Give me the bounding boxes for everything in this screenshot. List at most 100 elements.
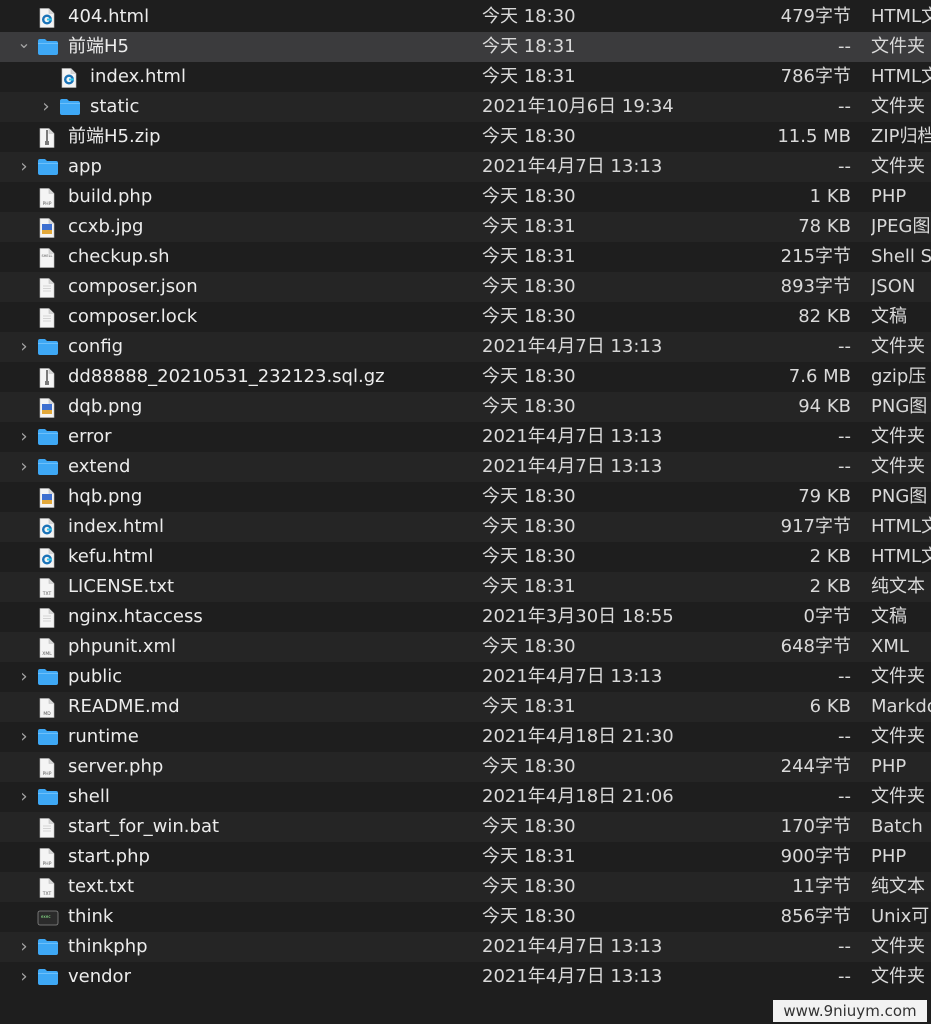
date-modified: 今天 18:30 <box>482 636 576 657</box>
file-name: index.html <box>90 66 186 87</box>
folder-row[interactable]: › error 2021年4月7日 13:13 -- 文件夹 <box>0 422 931 452</box>
file-size: -- <box>838 726 851 747</box>
file-row[interactable]: kefu.html 今天 18:30 2 KB HTML文 <box>0 542 931 572</box>
html-file-icon <box>59 68 79 88</box>
disclosure-collapsed-icon[interactable]: › <box>16 962 32 992</box>
disclosure-expanded-icon[interactable]: ⌄ <box>16 32 32 62</box>
file-row[interactable]: composer.lock 今天 18:30 82 KB 文稿 <box>0 302 931 332</box>
file-kind: 文件夹 <box>871 426 925 447</box>
file-row[interactable]: dqb.png 今天 18:30 94 KB PNG图 <box>0 392 931 422</box>
folder-row[interactable]: › vendor 2021年4月7日 13:13 -- 文件夹 <box>0 962 931 992</box>
file-name: ccxb.jpg <box>68 216 144 237</box>
file-kind: PHP <box>871 846 907 867</box>
file-kind: 文件夹 <box>871 786 925 807</box>
disclosure-collapsed-icon[interactable]: › <box>16 722 32 752</box>
disclosure-collapsed-icon[interactable]: › <box>16 782 32 812</box>
date-modified: 今天 18:31 <box>482 576 576 597</box>
file-size: -- <box>838 426 851 447</box>
disclosure-collapsed-icon[interactable]: › <box>16 932 32 962</box>
file-name: 404.html <box>68 6 150 27</box>
html-file-icon <box>37 548 57 568</box>
file-size: 244字节 <box>780 756 851 777</box>
file-size: 856字节 <box>780 906 851 927</box>
file-row[interactable]: nginx.htaccess 2021年3月30日 18:55 0字节 文稿 <box>0 602 931 632</box>
date-modified: 2021年4月18日 21:06 <box>482 786 674 807</box>
folder-row[interactable]: › static 2021年10月6日 19:34 -- 文件夹 <box>0 92 931 122</box>
file-name: start.php <box>68 846 150 867</box>
date-modified: 今天 18:30 <box>482 486 576 507</box>
file-kind: 文件夹 <box>871 456 925 477</box>
folder-row[interactable]: › thinkphp 2021年4月7日 13:13 -- 文件夹 <box>0 932 931 962</box>
file-name: dd88888_20210531_232123.sql.gz <box>68 366 385 387</box>
date-modified: 今天 18:30 <box>482 306 576 327</box>
date-modified: 今天 18:30 <box>482 756 576 777</box>
file-row[interactable]: PHP server.php 今天 18:30 244字节 PHP <box>0 752 931 782</box>
folder-row[interactable]: ⌄ 前端H5 今天 18:31 -- 文件夹 <box>0 32 931 62</box>
disclosure-collapsed-icon[interactable]: › <box>38 92 54 122</box>
folder-row[interactable]: › extend 2021年4月7日 13:13 -- 文件夹 <box>0 452 931 482</box>
folder-row[interactable]: › app 2021年4月7日 13:13 -- 文件夹 <box>0 152 931 182</box>
file-row[interactable]: SHELL checkup.sh 今天 18:31 215字节 Shell S <box>0 242 931 272</box>
folder-row[interactable]: › public 2021年4月7日 13:13 -- 文件夹 <box>0 662 931 692</box>
file-row[interactable]: index.html 今天 18:31 786字节 HTML文 <box>0 62 931 92</box>
file-row[interactable]: exec think 今天 18:30 856字节 Unix可 <box>0 902 931 932</box>
date-modified: 2021年4月7日 13:13 <box>482 456 663 477</box>
file-row[interactable]: PHP build.php 今天 18:30 1 KB PHP <box>0 182 931 212</box>
file-row[interactable]: 前端H5.zip 今天 18:30 11.5 MB ZIP归档 <box>0 122 931 152</box>
file-size: 78 KB <box>798 216 851 237</box>
file-name: vendor <box>68 966 131 987</box>
folder-icon <box>37 458 58 477</box>
folder-row[interactable]: › runtime 2021年4月18日 21:30 -- 文件夹 <box>0 722 931 752</box>
disclosure-collapsed-icon[interactable]: › <box>16 422 32 452</box>
zip-file-icon <box>37 368 57 388</box>
file-row[interactable]: TXT text.txt 今天 18:30 11字节 纯文本 <box>0 872 931 902</box>
file-row[interactable]: hqb.png 今天 18:30 79 KB PNG图 <box>0 482 931 512</box>
file-kind: 文件夹 <box>871 36 925 57</box>
file-row[interactable]: composer.json 今天 18:30 893字节 JSON <box>0 272 931 302</box>
file-size: 479字节 <box>780 6 851 27</box>
file-size: -- <box>838 336 851 357</box>
folder-row[interactable]: › shell 2021年4月18日 21:06 -- 文件夹 <box>0 782 931 812</box>
svg-text:PHP: PHP <box>43 771 52 777</box>
date-modified: 2021年3月30日 18:55 <box>482 606 674 627</box>
file-row[interactable]: PHP start.php 今天 18:31 900字节 PHP <box>0 842 931 872</box>
file-row[interactable]: index.html 今天 18:30 917字节 HTML文 <box>0 512 931 542</box>
date-modified: 今天 18:30 <box>482 126 576 147</box>
image-file-icon <box>37 398 57 418</box>
file-row[interactable]: dd88888_20210531_232123.sql.gz 今天 18:30 7.… <box>0 362 931 392</box>
file-name: error <box>68 426 112 447</box>
file-kind: 纯文本 <box>871 876 925 897</box>
file-kind: 文件夹 <box>871 96 925 117</box>
file-row[interactable]: MD README.md 今天 18:31 6 KB Markdo <box>0 692 931 722</box>
text-file-icon: TXT <box>37 578 57 598</box>
file-kind: HTML文 <box>871 516 931 537</box>
date-modified: 今天 18:31 <box>482 216 576 237</box>
image-file-icon <box>37 488 57 508</box>
terminal-file-icon: exec <box>37 908 59 927</box>
document-icon <box>37 308 57 328</box>
file-kind: PHP <box>871 186 907 207</box>
disclosure-collapsed-icon[interactable]: › <box>16 332 32 362</box>
date-modified: 2021年10月6日 19:34 <box>482 96 674 117</box>
file-row[interactable]: XML phpunit.xml 今天 18:30 648字节 XML <box>0 632 931 662</box>
file-name: text.txt <box>68 876 135 897</box>
file-row[interactable]: ccxb.jpg 今天 18:31 78 KB JPEG图 <box>0 212 931 242</box>
file-name: composer.lock <box>68 306 198 327</box>
folder-row[interactable]: › config 2021年4月7日 13:13 -- 文件夹 <box>0 332 931 362</box>
disclosure-collapsed-icon[interactable]: › <box>16 152 32 182</box>
date-modified: 今天 18:30 <box>482 186 576 207</box>
file-size: 2 KB <box>809 576 851 597</box>
file-row[interactable]: TXT LICENSE.txt 今天 18:31 2 KB 纯文本 <box>0 572 931 602</box>
file-kind: Batch <box>871 816 923 837</box>
file-kind: gzip压 <box>871 366 927 387</box>
watermark: www.9niuym.com <box>773 1000 927 1022</box>
disclosure-collapsed-icon[interactable]: › <box>16 452 32 482</box>
file-name: checkup.sh <box>68 246 170 267</box>
file-kind: XML <box>871 636 909 657</box>
file-row[interactable]: start_for_win.bat 今天 18:30 170字节 Batch <box>0 812 931 842</box>
document-icon <box>37 278 57 298</box>
file-name: extend <box>68 456 131 477</box>
disclosure-collapsed-icon[interactable]: › <box>16 662 32 692</box>
file-size: -- <box>838 156 851 177</box>
file-row[interactable]: 404.html 今天 18:30 479字节 HTML文 <box>0 2 931 32</box>
